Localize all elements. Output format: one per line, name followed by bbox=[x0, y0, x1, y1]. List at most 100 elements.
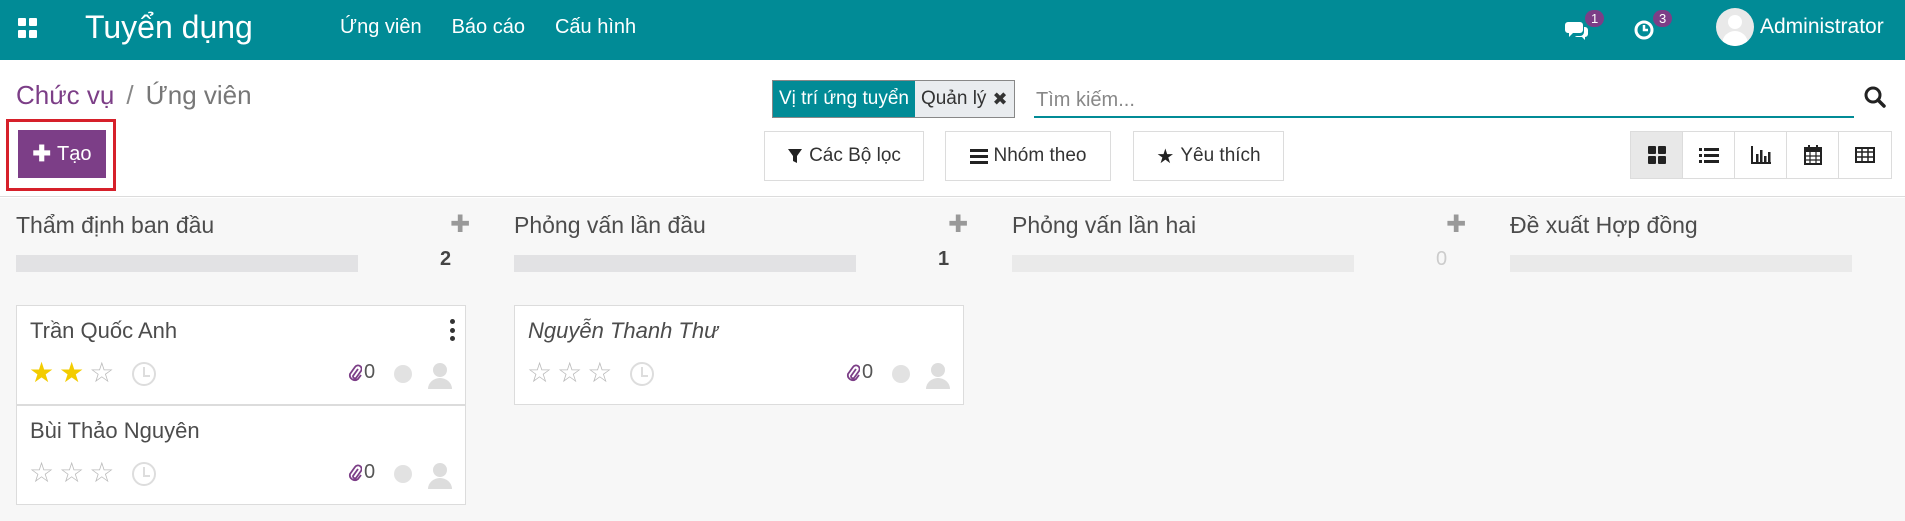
column-count: 2 bbox=[440, 248, 452, 270]
kanban-view-button[interactable] bbox=[1631, 132, 1683, 178]
star-outline-icon[interactable]: ☆ bbox=[557, 359, 582, 387]
user-avatar[interactable] bbox=[1716, 8, 1754, 46]
kanban-board: Thẩm định ban đầu ✚ 2 Trần Quốc Anh ★ ★ … bbox=[0, 198, 1905, 521]
bar-chart-icon bbox=[1750, 146, 1771, 164]
calendar-view-button[interactable] bbox=[1787, 132, 1839, 178]
column-progress-bar[interactable] bbox=[514, 255, 856, 272]
main-menu: Ứng viên Báo cáo Cấu hình bbox=[340, 16, 636, 39]
column-quick-create-icon[interactable]: ✚ bbox=[948, 210, 968, 239]
menu-item-reports[interactable]: Báo cáo bbox=[452, 16, 525, 39]
attachments-count: 0 bbox=[364, 361, 376, 383]
paperclip-icon bbox=[349, 364, 362, 381]
activities-menu[interactable]: 3 bbox=[1633, 0, 1673, 60]
list-view-button[interactable] bbox=[1683, 132, 1735, 178]
attachments-count: 0 bbox=[364, 461, 376, 483]
kanban-state-dot[interactable] bbox=[394, 465, 412, 483]
kanban-state-dot[interactable] bbox=[394, 365, 412, 383]
kanban-card[interactable]: Trần Quốc Anh ★ ★ ☆ 0 bbox=[16, 305, 466, 405]
facet-remove-icon[interactable]: ✖ bbox=[992, 89, 1007, 110]
applicant-name: Bùi Thảo Nguyên bbox=[30, 418, 200, 443]
column-quick-create-icon[interactable]: ✚ bbox=[450, 210, 470, 239]
calendar-icon bbox=[1803, 145, 1822, 165]
breadcrumb-parent[interactable]: Chức vụ bbox=[16, 80, 114, 111]
star-outline-icon[interactable]: ☆ bbox=[89, 359, 114, 387]
column-progress-bar[interactable] bbox=[1510, 255, 1852, 272]
star-outline-icon[interactable]: ☆ bbox=[527, 359, 552, 387]
messages-menu[interactable]: 1 bbox=[1565, 0, 1605, 60]
kanban-column: Đề xuất Hợp đồng bbox=[1494, 198, 1905, 521]
card-menu-icon[interactable] bbox=[450, 319, 456, 341]
star-outline-icon[interactable]: ☆ bbox=[89, 459, 114, 487]
kanban-state-dot[interactable] bbox=[892, 365, 910, 383]
group-by-button[interactable]: Nhóm theo bbox=[945, 131, 1111, 181]
kanban-card[interactable]: Nguyễn Thanh Thư ☆ ☆ ☆ 0 bbox=[514, 305, 964, 405]
group-by-label: Nhóm theo bbox=[993, 145, 1087, 166]
top-navbar: Tuyển dụng Ứng viên Báo cáo Cấu hình 1 3… bbox=[0, 0, 1905, 60]
activity-clock-icon[interactable] bbox=[132, 362, 156, 386]
favorites-button[interactable]: ★ Yêu thích bbox=[1133, 131, 1284, 181]
search-bar: Vị trí ứng tuyển Quản lý ✖ bbox=[772, 80, 1886, 118]
applicant-name: Nguyễn Thanh Thư bbox=[528, 318, 719, 343]
table-icon bbox=[1855, 147, 1875, 163]
filter-icon bbox=[788, 149, 803, 163]
user-name[interactable]: Administrator bbox=[1760, 15, 1884, 39]
bars-icon bbox=[969, 149, 988, 164]
star-icon: ★ bbox=[1156, 145, 1175, 168]
facet-value-wrap: Quản lý ✖ bbox=[914, 81, 1014, 117]
menu-item-applicants[interactable]: Ứng viên bbox=[340, 16, 422, 39]
graph-view-button[interactable] bbox=[1735, 132, 1787, 178]
user-placeholder-icon[interactable] bbox=[925, 361, 951, 389]
activities-badge: 3 bbox=[1653, 10, 1673, 27]
facet-value: Quản lý bbox=[920, 88, 987, 109]
breadcrumb-separator: / bbox=[126, 80, 134, 110]
star-outline-icon[interactable]: ☆ bbox=[29, 459, 54, 487]
attachments: 0 bbox=[846, 361, 873, 384]
column-title[interactable]: Thẩm định ban đầu bbox=[16, 212, 214, 239]
search-input[interactable] bbox=[1034, 84, 1854, 118]
column-count: 0 bbox=[1436, 248, 1448, 270]
star-outline-icon[interactable]: ☆ bbox=[59, 459, 84, 487]
app-title[interactable]: Tuyển dụng bbox=[85, 9, 253, 46]
plus-icon: ✚ bbox=[32, 141, 51, 166]
column-title[interactable]: Phỏng vấn lần hai bbox=[1012, 212, 1196, 239]
search-facet: Vị trí ứng tuyển Quản lý ✖ bbox=[772, 80, 1015, 118]
clock-icon bbox=[1634, 20, 1654, 40]
column-quick-create-icon[interactable]: ✚ bbox=[1446, 210, 1466, 239]
column-progress-bar[interactable] bbox=[1012, 255, 1354, 272]
apps-menu-icon[interactable] bbox=[18, 18, 38, 38]
attachments: 0 bbox=[348, 361, 375, 384]
kanban-icon bbox=[1647, 146, 1666, 164]
user-placeholder-icon[interactable] bbox=[427, 461, 453, 489]
priority-stars: ☆ ☆ ☆ bbox=[29, 459, 114, 487]
star-icon[interactable]: ★ bbox=[29, 359, 54, 387]
activity-clock-icon[interactable] bbox=[630, 362, 654, 386]
star-outline-icon[interactable]: ☆ bbox=[587, 359, 612, 387]
column-title[interactable]: Đề xuất Hợp đồng bbox=[1510, 212, 1698, 239]
applicant-name: Trần Quốc Anh bbox=[30, 318, 178, 343]
create-button-label: Tạo bbox=[56, 142, 92, 165]
kanban-column: Phỏng vấn lần đầu ✚ 1 Nguyễn Thanh Thư ☆… bbox=[498, 198, 968, 521]
attachments: 0 bbox=[348, 461, 375, 484]
kanban-column: Phỏng vấn lần hai ✚ 0 bbox=[996, 198, 1466, 521]
search-icon[interactable] bbox=[1862, 84, 1888, 110]
attachments-count: 0 bbox=[862, 361, 874, 383]
control-panel: Chức vụ / Ứng viên ✚ Tạo Vị trí ứng tuyể… bbox=[0, 60, 1905, 197]
filters-label: Các Bộ lọc bbox=[809, 145, 901, 166]
activity-clock-icon[interactable] bbox=[132, 462, 156, 486]
priority-stars: ★ ★ ☆ bbox=[29, 359, 114, 387]
star-icon[interactable]: ★ bbox=[59, 359, 84, 387]
column-count: 1 bbox=[938, 248, 950, 270]
user-placeholder-icon[interactable] bbox=[427, 361, 453, 389]
view-switcher bbox=[1630, 131, 1892, 179]
kanban-card[interactable]: Bùi Thảo Nguyên ☆ ☆ ☆ 0 bbox=[16, 405, 466, 505]
column-progress-bar[interactable] bbox=[16, 255, 358, 272]
paperclip-icon bbox=[847, 364, 860, 381]
menu-item-configuration[interactable]: Cấu hình bbox=[555, 16, 636, 39]
create-button[interactable]: ✚ Tạo bbox=[18, 130, 106, 178]
pivot-view-button[interactable] bbox=[1839, 132, 1891, 178]
column-title[interactable]: Phỏng vấn lần đầu bbox=[514, 212, 706, 239]
breadcrumb-current: Ứng viên bbox=[145, 80, 252, 110]
breadcrumb: Chức vụ / Ứng viên bbox=[16, 80, 252, 111]
filters-button[interactable]: Các Bộ lọc bbox=[764, 131, 924, 181]
favorites-label: Yêu thích bbox=[1180, 145, 1261, 166]
